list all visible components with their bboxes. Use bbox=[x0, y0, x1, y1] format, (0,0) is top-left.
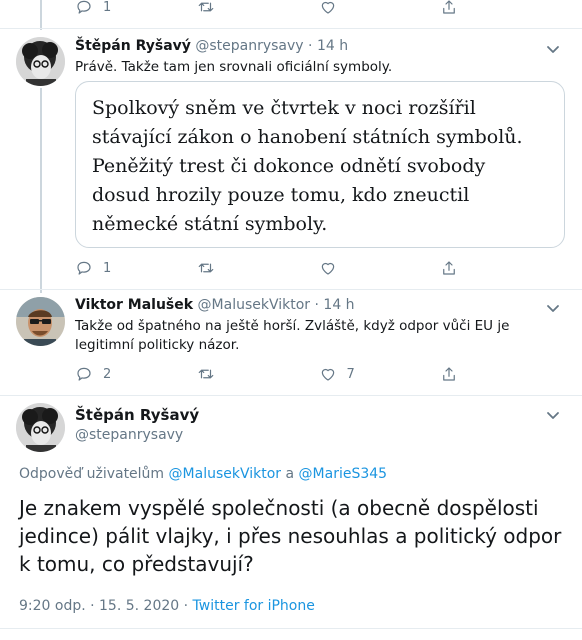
main-tweet-menu-button[interactable] bbox=[546, 407, 560, 421]
tweet2-time[interactable]: 14 h bbox=[323, 297, 354, 313]
reply-and: a bbox=[281, 466, 299, 482]
tweet1-action-bar: 1 bbox=[75, 256, 562, 280]
chevron-down-icon bbox=[547, 305, 559, 312]
tweet2-text: Takže od špatného na ještě horší. Zvlášt… bbox=[75, 318, 510, 353]
action-bar-top: 1 bbox=[75, 0, 562, 19]
divider bbox=[0, 628, 582, 629]
divider bbox=[0, 289, 582, 290]
main-tweet-timestamp[interactable]: 9:20 odp. · 15. 5. 2020 · bbox=[19, 598, 193, 614]
tweet2-header: Viktor Malušek @MalusekViktor · 14 h bbox=[75, 297, 355, 313]
thread-line-middle bbox=[40, 88, 42, 293]
avatar-stepan-main[interactable] bbox=[16, 403, 65, 452]
reply-count: 1 bbox=[103, 260, 112, 276]
retweet-button[interactable] bbox=[197, 259, 319, 277]
reply-button[interactable]: 1 bbox=[75, 0, 197, 16]
like-button[interactable]: 7 bbox=[319, 365, 441, 383]
tweet1-menu-button[interactable] bbox=[546, 41, 560, 55]
like-icon bbox=[321, 1, 334, 14]
reply-icon bbox=[77, 0, 91, 14]
chevron-down-icon bbox=[547, 46, 559, 53]
reply-user-link[interactable]: @MalusekViktor bbox=[169, 466, 282, 482]
like-button[interactable] bbox=[319, 259, 441, 277]
avatar-image bbox=[16, 403, 65, 452]
main-tweet-source[interactable]: Twitter for iPhone bbox=[193, 598, 315, 614]
reply-icon bbox=[77, 261, 91, 275]
main-tweet-text: Je znakem vyspělé společnosti (a obecně … bbox=[19, 496, 562, 576]
tweet1-header: Štěpán Ryšavý @stepanrysavy · 14 h bbox=[75, 38, 348, 54]
chevron-down-icon bbox=[547, 412, 559, 419]
tweet1-name[interactable]: Štěpán Ryšavý bbox=[75, 38, 191, 54]
retweet-icon bbox=[198, 2, 214, 12]
reply-count: 1 bbox=[103, 0, 112, 15]
reply-count: 2 bbox=[103, 366, 112, 382]
avatar-stepan[interactable] bbox=[16, 37, 65, 86]
avatar-image bbox=[16, 37, 65, 86]
thread-line-top bbox=[40, 0, 42, 30]
tweet1-text: Právě. Takže tam jen srovnali oficiální … bbox=[75, 59, 393, 75]
like-count: 7 bbox=[346, 366, 355, 382]
quote-card[interactable]: Spolkový sněm ve čtvrtek v noci rozšířil… bbox=[75, 81, 565, 248]
main-tweet-meta: 9:20 odp. · 15. 5. 2020 · Twitter for iP… bbox=[19, 598, 315, 614]
replying-to: Odpověď uživatelům @MalusekViktor a @Mar… bbox=[19, 466, 387, 482]
share-button[interactable] bbox=[440, 365, 562, 383]
share-icon bbox=[443, 0, 456, 14]
reply-button[interactable]: 1 bbox=[75, 259, 197, 277]
tweet2-name[interactable]: Viktor Malušek bbox=[75, 297, 193, 313]
tweet2-action-bar: 2 7 bbox=[75, 362, 562, 386]
retweet-button[interactable] bbox=[197, 0, 319, 16]
divider bbox=[0, 395, 582, 396]
tweet1-handle[interactable]: @stepanrysavy bbox=[195, 38, 303, 54]
retweet-icon bbox=[198, 263, 214, 273]
main-tweet-name[interactable]: Štěpán Ryšavý bbox=[75, 406, 199, 424]
tweet2-menu-button[interactable] bbox=[546, 300, 560, 314]
share-button[interactable] bbox=[440, 0, 562, 16]
retweet-icon bbox=[198, 369, 214, 379]
share-icon bbox=[443, 261, 456, 275]
tweet2-handle[interactable]: @MalusekViktor bbox=[198, 297, 311, 313]
like-icon bbox=[321, 368, 334, 381]
tweet1-separator: · bbox=[308, 38, 313, 54]
reply-icon bbox=[77, 367, 91, 381]
tweet1-time[interactable]: 14 h bbox=[317, 38, 348, 54]
avatar-image bbox=[16, 297, 65, 346]
share-icon bbox=[443, 367, 456, 381]
avatar-viktor[interactable] bbox=[16, 297, 65, 346]
like-icon bbox=[321, 262, 334, 275]
main-tweet-handle[interactable]: @stepanrysavy bbox=[75, 427, 183, 443]
reply-user-link[interactable]: @MarieS345 bbox=[299, 466, 388, 482]
tweet2-separator: · bbox=[314, 297, 319, 313]
share-button[interactable] bbox=[440, 259, 562, 277]
like-button[interactable] bbox=[319, 0, 441, 16]
quote-text: Spolkový sněm ve čtvrtek v noci rozšířil… bbox=[92, 97, 523, 235]
divider bbox=[0, 28, 582, 29]
retweet-button[interactable] bbox=[197, 365, 319, 383]
reply-prefix: Odpověď uživatelům bbox=[19, 466, 169, 482]
reply-button[interactable]: 2 bbox=[75, 365, 197, 383]
